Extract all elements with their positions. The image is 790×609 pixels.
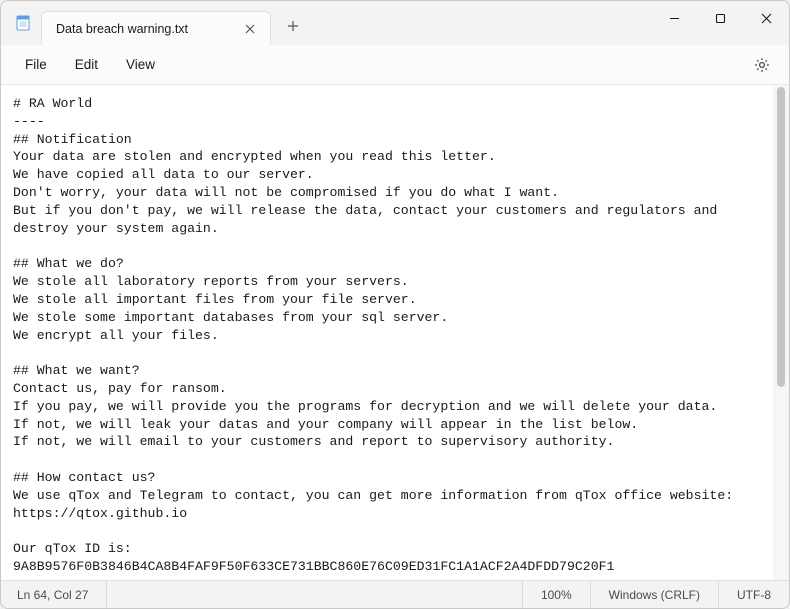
settings-button[interactable] [745, 48, 779, 82]
status-line-ending[interactable]: Windows (CRLF) [591, 581, 719, 608]
file-tab[interactable]: Data breach warning.txt [41, 11, 271, 45]
notepad-window: Data breach warning.txt File Edit View [0, 0, 790, 609]
status-encoding[interactable]: UTF-8 [719, 581, 789, 608]
notepad-icon [15, 15, 31, 31]
menu-view[interactable]: View [112, 51, 169, 78]
text-editor[interactable]: # RA World ---- ## Notification Your dat… [1, 85, 773, 580]
new-tab-button[interactable] [277, 10, 309, 42]
close-tab-button[interactable] [240, 19, 260, 39]
status-spacer [107, 581, 523, 608]
window-controls [651, 1, 789, 45]
titlebar[interactable]: Data breach warning.txt [1, 1, 789, 45]
content-area: # RA World ---- ## Notification Your dat… [1, 85, 789, 580]
status-position[interactable]: Ln 64, Col 27 [1, 581, 107, 608]
gear-icon [753, 56, 771, 74]
menu-file[interactable]: File [11, 51, 61, 78]
tab-title: Data breach warning.txt [56, 22, 188, 36]
vertical-scrollbar[interactable] [773, 85, 789, 580]
close-window-button[interactable] [743, 1, 789, 35]
minimize-button[interactable] [651, 1, 697, 35]
maximize-button[interactable] [697, 1, 743, 35]
menubar: File Edit View [1, 45, 789, 85]
status-zoom[interactable]: 100% [523, 581, 591, 608]
statusbar: Ln 64, Col 27 100% Windows (CRLF) UTF-8 [1, 580, 789, 608]
scrollbar-thumb[interactable] [777, 87, 785, 387]
menu-edit[interactable]: Edit [61, 51, 112, 78]
